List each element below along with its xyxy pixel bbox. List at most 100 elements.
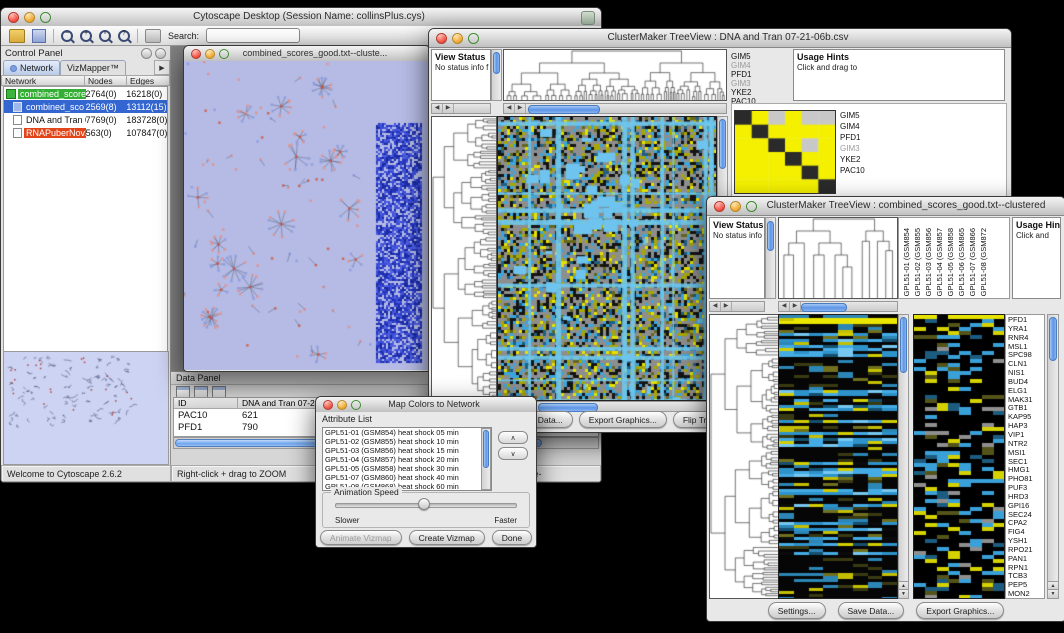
gene-label[interactable]: PUF3 — [1006, 483, 1044, 492]
gene-label[interactable]: GIM5 — [840, 110, 896, 121]
gene-label[interactable]: PAC10 — [840, 165, 896, 176]
gene-label[interactable]: HMG1 — [1006, 465, 1044, 474]
close-button[interactable] — [8, 12, 19, 23]
attribute-item[interactable]: GPL51-01 (GSM854) heat shock 05 min — [323, 428, 491, 437]
treeview-button[interactable]: Settings... — [768, 602, 826, 619]
gene-label[interactable]: KAP95 — [1006, 412, 1044, 421]
close-button[interactable] — [323, 400, 333, 410]
gene-label[interactable]: NIS1 — [1006, 368, 1044, 377]
network-row[interactable]: combined_scores 2764(0) 16218(0) — [4, 87, 167, 100]
status-hscrollbar[interactable]: ◀▶ — [709, 301, 765, 312]
scroll-down-arrow[interactable]: ▼ — [899, 589, 908, 598]
gene-label[interactable]: YRA1 — [1006, 324, 1044, 333]
status-hscrollbar[interactable]: ◀▶ — [431, 103, 491, 114]
treeview-button[interactable]: Export Graphics... — [916, 602, 1004, 619]
network-graph-canvas[interactable] — [184, 61, 428, 370]
scroll-right-arrow[interactable]: ▶ — [790, 302, 801, 311]
gene-label[interactable]: BUD4 — [1006, 377, 1044, 386]
gene-label[interactable]: YSH1 — [1006, 536, 1044, 545]
snapshot-icon[interactable] — [145, 29, 161, 43]
close-button[interactable] — [191, 49, 201, 59]
zoom-in-icon[interactable]: + — [80, 30, 92, 42]
minimize-button[interactable] — [452, 33, 463, 44]
gene-label[interactable]: YKE2 — [731, 88, 789, 97]
gene-label[interactable]: FIG4 — [1006, 527, 1044, 536]
gene-label[interactable]: VIP1 — [1006, 430, 1044, 439]
zoom-selected-icon[interactable]: ? — [118, 30, 130, 42]
correlation-matrix-canvas[interactable] — [734, 110, 836, 194]
vscroll-thumb[interactable] — [483, 430, 489, 468]
zoom-fit-icon[interactable]: ▫ — [99, 30, 111, 42]
heatmap-canvas[interactable] — [778, 314, 898, 599]
treeview-button[interactable]: Save Data... — [838, 602, 905, 619]
scroll-right-arrow[interactable]: ▶ — [443, 104, 454, 113]
gene-label[interactable]: HRD3 — [1006, 492, 1044, 501]
dendrogram-hscrollbar[interactable]: ◀▶ — [503, 103, 727, 114]
gene-label[interactable]: PEP5 — [1006, 580, 1044, 589]
row-dendrogram-canvas[interactable] — [709, 314, 779, 599]
minimize-button[interactable] — [337, 400, 347, 410]
column-label[interactable]: GPL51-04 (GSM857 — [935, 228, 944, 296]
column-label[interactable]: GPL51-06 (GSM865 — [957, 228, 966, 296]
dendrogram-hscrollbar[interactable]: ◀▶ — [778, 301, 898, 312]
gene-label[interactable]: MSI1 — [1006, 448, 1044, 457]
attribute-item[interactable]: GPL51-07 (GSM860) heat shock 40 min — [323, 473, 491, 482]
status-vscrollbar[interactable] — [765, 217, 776, 299]
gene-label[interactable]: GIM4 — [731, 61, 789, 70]
gene-label[interactable]: SEC24 — [1006, 510, 1044, 519]
network-view-titlebar[interactable]: combined_scores_good.txt--cluste... — [184, 46, 430, 62]
column-label[interactable]: GPL51-07 (GSM866 — [968, 228, 977, 296]
move-down-button[interactable]: ∨ — [498, 447, 528, 460]
column-label[interactable]: GPL51-01 (GSM854 — [902, 228, 911, 296]
column-label[interactable]: GPL51-08 (GSM872 — [979, 228, 988, 296]
tab-overflow-arrow[interactable]: ▶ — [154, 60, 170, 75]
hscroll-thumb[interactable] — [801, 303, 847, 312]
gene-label[interactable]: NTR2 — [1006, 439, 1044, 448]
gene-label[interactable]: YKE2 — [840, 154, 896, 165]
gene-label[interactable]: PFD1 — [731, 70, 789, 79]
scroll-left-arrow[interactable]: ◀ — [710, 302, 721, 311]
gene-label[interactable]: TCB3 — [1006, 571, 1044, 580]
speed-slider-thumb[interactable] — [418, 498, 430, 510]
column-dendrogram-canvas[interactable] — [503, 49, 727, 101]
done-button[interactable]: Done — [492, 530, 532, 545]
gene-label[interactable]: PAN1 — [1006, 554, 1044, 563]
network-row[interactable]: RNAPuberNov2 563(0) 107847(0) — [4, 126, 167, 139]
gene-label[interactable]: GIM3 — [840, 143, 896, 154]
attribute-item[interactable]: GPL51-02 (GSM855) heat shock 10 min — [323, 437, 491, 446]
minimize-button[interactable] — [24, 12, 35, 23]
attribute-item[interactable]: GPL51-04 (GSM857) heat shock 20 min — [323, 455, 491, 464]
animate-vizmap-button[interactable]: Animate Vizmap — [320, 530, 402, 545]
gene-label[interactable]: MSL1 — [1006, 342, 1044, 351]
gene-label[interactable]: MAK31 — [1006, 395, 1044, 404]
gene-label[interactable]: GIM4 — [840, 121, 896, 132]
network-row[interactable]: DNA and Tran 0 7769(0) 183728(0) — [4, 113, 167, 126]
gene-label[interactable]: SPC98 — [1006, 350, 1044, 359]
network-overview-canvas[interactable] — [3, 351, 169, 465]
gene-label[interactable]: ELG1 — [1006, 386, 1044, 395]
network-row[interactable]: combined_sco 2569(8) 13112(15) — [4, 100, 167, 113]
gene-label[interactable]: CPA2 — [1006, 518, 1044, 527]
column-label[interactable]: GPL51-02 (GSM855 — [913, 228, 922, 296]
column-label[interactable]: GPL51-03 (GSM856 — [924, 228, 933, 296]
minimize-button[interactable] — [205, 49, 215, 59]
attribute-item[interactable]: GPL51-03 (GSM856) heat shock 15 min — [323, 446, 491, 455]
open-folder-icon[interactable] — [9, 29, 25, 43]
close-button[interactable] — [436, 33, 447, 44]
gene-label[interactable]: RPO21 — [1006, 545, 1044, 554]
close-panel-icon[interactable] — [155, 48, 166, 59]
move-up-button[interactable]: ∧ — [498, 431, 528, 444]
save-icon[interactable] — [32, 29, 46, 43]
tab-network[interactable]: Network — [3, 60, 60, 75]
scroll-right-arrow[interactable]: ▶ — [721, 302, 732, 311]
search-input[interactable] — [206, 28, 300, 43]
scroll-down-arrow[interactable]: ▼ — [1048, 589, 1058, 598]
gene-label[interactable]: RPN1 — [1006, 563, 1044, 572]
treeview-button[interactable]: Export Graphics... — [579, 411, 667, 428]
gene-label[interactable]: PHO81 — [1006, 474, 1044, 483]
gene-label[interactable]: GTB1 — [1006, 403, 1044, 412]
gene-label[interactable]: RNR4 — [1006, 333, 1044, 342]
vscroll-thumb[interactable] — [900, 317, 907, 373]
treeview-dna-titlebar[interactable]: ClusterMaker TreeView : DNA and Tran 07-… — [429, 29, 1011, 48]
vscroll-thumb[interactable] — [767, 221, 774, 251]
